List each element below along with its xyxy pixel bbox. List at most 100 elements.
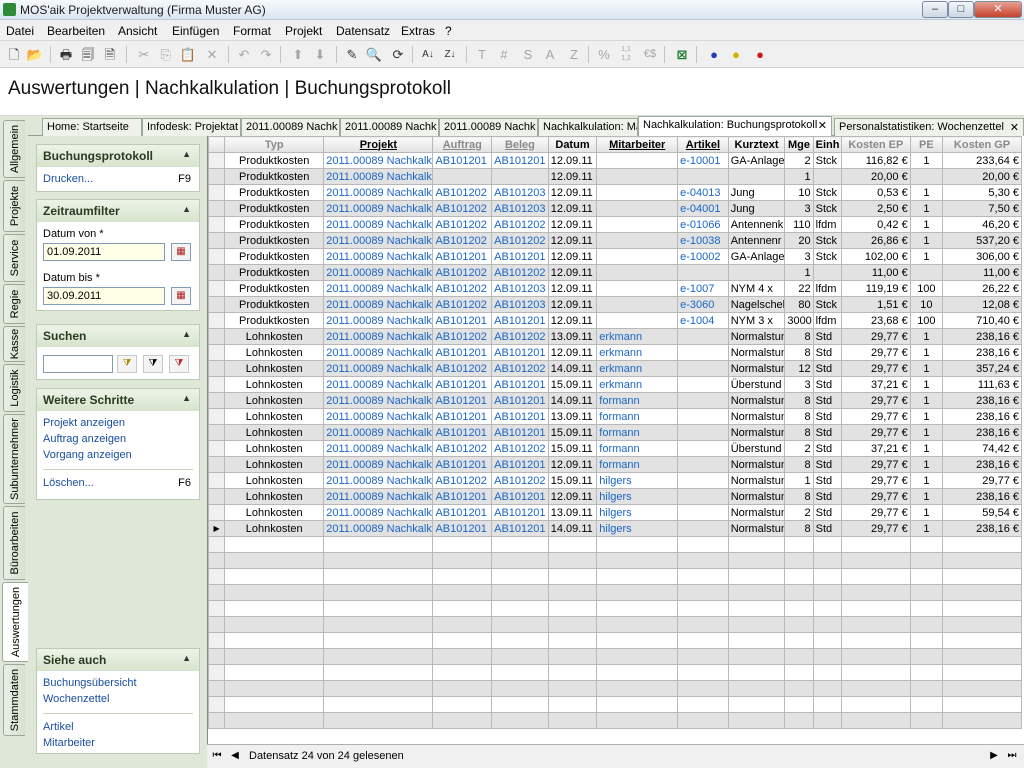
table-cell[interactable]: 2011.00089 Nachkalk [323,392,434,409]
table-cell[interactable]: AB101202 [491,232,549,249]
table-cell[interactable] [491,552,549,569]
close-button[interactable]: ✕ [974,1,1022,18]
table-cell[interactable] [323,648,434,665]
calendar-icon[interactable]: ▦ [171,243,191,261]
row-selector[interactable] [208,584,226,601]
empty-row[interactable] [208,600,1022,617]
tab-infodesk[interactable]: Infodesk: Projektat [142,118,241,136]
table-cell[interactable] [491,616,549,633]
table-cell[interactable]: formann [596,408,679,425]
row-selector[interactable] [208,328,226,345]
vtab-stammdaten[interactable]: Stammdaten [3,664,25,736]
table-cell[interactable] [432,696,493,713]
row-selector[interactable] [208,408,226,425]
table-cell[interactable] [596,152,679,169]
table-row[interactable]: Lohnkosten 2011.00089 Nachkalk AB101202 AB1… [208,360,1022,377]
table-cell[interactable]: hilgers [596,520,679,537]
last-record-icon[interactable]: ⏭ [1004,748,1020,764]
copy-icon[interactable]: ⎘ [156,45,176,64]
table-cell[interactable]: e-1004 [677,312,729,329]
chevron-up-icon[interactable]: ▲ [182,204,191,214]
table-cell[interactable] [432,584,493,601]
table-cell[interactable] [596,712,679,729]
table-row[interactable]: Lohnkosten 2011.00089 Nachkalk AB101201 AB1… [208,488,1022,505]
print-link[interactable]: Drucken... [43,173,93,185]
show-order-link[interactable]: Auftrag anzeigen [43,433,126,445]
table-cell[interactable]: AB101201 [491,456,549,473]
table-cell[interactable]: 2011.00089 Nachkalk [323,344,434,361]
table-cell[interactable]: hilgers [596,504,679,521]
table-cell[interactable]: AB101201 [491,488,549,505]
table-cell[interactable]: AB101202 [432,472,493,489]
show-project-link[interactable]: Projekt anzeigen [43,417,125,429]
table-cell[interactable]: AB101201 [491,504,549,521]
table-cell[interactable]: AB101202 [432,264,493,281]
row-selector[interactable] [208,232,226,249]
table-cell[interactable]: 2011.00089 Nachkalk [323,216,434,233]
vtab-regie[interactable]: Regie [3,284,25,324]
empty-row[interactable] [208,616,1022,633]
table-cell[interactable] [677,552,729,569]
table-cell[interactable] [596,248,679,265]
table-cell[interactable] [596,696,679,713]
table-row[interactable]: Produktkosten 2011.00089 Nachkalk AB101202… [208,264,1022,281]
table-cell[interactable]: AB101202 [432,232,493,249]
table-cell[interactable]: 2011.00089 Nachkalk [323,520,434,537]
table-cell[interactable]: 2011.00089 Nachkalk [323,184,434,201]
row-selector[interactable]: ▶ [208,520,226,537]
row-selector[interactable] [208,648,226,665]
table-cell[interactable]: 2011.00089 Nachkalk [323,152,434,169]
table-row[interactable]: Lohnkosten 2011.00089 Nachkalk AB101202 AB1… [208,472,1022,489]
table-cell[interactable]: AB101202 [491,472,549,489]
vtab-projekte[interactable]: Projekte [3,180,25,232]
table-cell[interactable]: 2011.00089 Nachkalk [323,248,434,265]
close-tab-icon[interactable]: ✕ [1010,121,1019,134]
col-header-typ[interactable]: Typ [224,136,325,153]
tab-wochenzettel[interactable]: Personalstatistiken: Wochenzettel ✕ [834,118,1024,136]
table-cell[interactable] [596,568,679,585]
table-row[interactable]: Produktkosten 2011.00089 Nachkalk AB101201… [208,312,1022,329]
menu-datei[interactable]: Datei [6,24,34,38]
show-process-link[interactable]: Vorgang anzeigen [43,449,132,461]
table-cell[interactable] [677,440,729,457]
delete-icon[interactable]: ✕ [202,45,222,64]
col-header-auftrag[interactable]: Auftrag [432,136,493,153]
group-header[interactable]: Weitere Schritte ▲ [37,389,199,411]
table-cell[interactable]: formann [596,392,679,409]
print-preview-icon[interactable]: 🗐 [78,45,98,64]
table-cell[interactable]: AB101201 [491,376,549,393]
table-cell[interactable] [596,616,679,633]
table-cell[interactable]: AB101203 [491,184,549,201]
table-row[interactable]: Lohnkosten 2011.00089 Nachkalk AB101201 AB1… [208,392,1022,409]
table-cell[interactable]: AB101202 [491,328,549,345]
table-cell[interactable] [596,680,679,697]
table-cell[interactable] [491,632,549,649]
table-cell[interactable] [432,600,493,617]
table-cell[interactable]: 2011.00089 Nachkalk [323,232,434,249]
table-cell[interactable] [323,664,434,681]
row-selector[interactable] [208,664,226,681]
table-cell[interactable]: 2011.00089 Nachkalk [323,264,434,281]
tab-projekt-2[interactable]: 2011.00089 Nachk [340,118,439,136]
article-link[interactable]: Artikel [43,721,74,733]
table-cell[interactable]: e-10002 [677,248,729,265]
table-cell[interactable] [323,536,434,553]
table-cell[interactable] [596,296,679,313]
table-cell[interactable]: AB101201 [491,312,549,329]
row-selector[interactable] [208,504,226,521]
row-selector[interactable] [208,216,226,233]
print-icon[interactable]: 🖶 [56,45,76,64]
row-selector[interactable] [208,696,226,713]
vtab-allgemein[interactable]: Allgemein [3,120,25,178]
table-cell[interactable]: 2011.00089 Nachkalk [323,472,434,489]
table-cell[interactable]: AB101201 [491,520,549,537]
tab-nachkalkulation-ma[interactable]: Nachkalkulation: Ma [538,118,638,136]
menu-format[interactable]: Format [233,24,271,38]
table-cell[interactable]: AB101202 [491,360,549,377]
table-cell[interactable] [677,424,729,441]
table-row[interactable]: Produktkosten 2011.00089 Nachkalk AB101202… [208,280,1022,297]
empty-row[interactable] [208,712,1022,729]
table-cell[interactable]: AB101202 [491,440,549,457]
calendar-icon[interactable]: ▦ [171,287,191,305]
table-cell[interactable] [323,632,434,649]
